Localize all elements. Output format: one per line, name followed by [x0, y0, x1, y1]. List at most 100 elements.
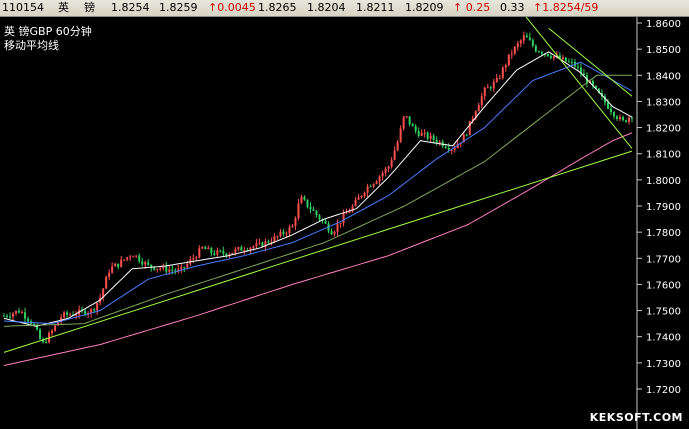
low-price: 1.8204 [307, 1, 346, 14]
symbol-name-a: 英 [58, 1, 69, 14]
candle [396, 139, 399, 152]
candle [315, 210, 318, 218]
candle [84, 309, 87, 317]
candle [417, 127, 420, 138]
candle [288, 224, 291, 236]
candle [552, 56, 555, 61]
last-quote: ↑1.8254/59 [533, 1, 599, 14]
candle [195, 255, 198, 261]
candle [198, 245, 201, 259]
candle [291, 224, 294, 228]
candle [75, 311, 78, 320]
candle [489, 85, 492, 91]
ma-short-line [3, 51, 633, 327]
candle [522, 31, 525, 45]
candle [126, 256, 129, 262]
moving-average-lines [3, 51, 633, 366]
candle [564, 57, 567, 63]
candle [492, 79, 495, 92]
candle [243, 246, 246, 255]
price-tick-label: 1.7700 [646, 254, 681, 265]
candle [12, 312, 15, 321]
trendline[interactable] [548, 27, 633, 97]
candle [147, 259, 150, 266]
candle [282, 229, 285, 237]
candle [255, 238, 258, 249]
candle [567, 58, 570, 63]
price-tick-label: 1.7300 [646, 359, 681, 370]
candle [258, 238, 261, 246]
candle [36, 323, 39, 331]
candle [210, 247, 213, 257]
candle [618, 114, 621, 122]
candle [165, 261, 168, 275]
candle [420, 129, 423, 137]
candle [138, 253, 141, 264]
price-tick-label: 1.8600 [646, 19, 681, 30]
candle [201, 246, 204, 250]
candle [177, 264, 180, 274]
candle [63, 310, 66, 320]
candle [525, 32, 528, 38]
candle [339, 222, 342, 228]
symbol-code: 110154 [2, 1, 44, 14]
candle [117, 263, 120, 270]
candle [180, 264, 183, 274]
candle [276, 235, 279, 240]
candle [114, 262, 117, 267]
candle [546, 53, 549, 57]
price-tick-label: 1.7200 [646, 385, 681, 396]
candle [498, 74, 501, 80]
candle [303, 195, 306, 201]
candle [135, 255, 138, 259]
symbol-name-b: 镑 [84, 1, 95, 14]
candle [624, 119, 627, 123]
price-chart[interactable]: 1.8600 1.8500 1.8400 1.8300 1.8200 1.8100 1.80… [0, 17, 689, 429]
candle [237, 246, 240, 252]
price-tick-label: 1.7600 [646, 280, 681, 291]
candle [267, 239, 270, 245]
candle [372, 183, 375, 189]
candle [39, 328, 42, 340]
candle [111, 262, 114, 274]
candle [294, 216, 297, 231]
candle [330, 228, 333, 235]
candle [297, 198, 300, 221]
candle [390, 156, 393, 169]
candle [105, 275, 108, 289]
candle [120, 255, 123, 268]
candle [219, 249, 222, 253]
candle [132, 255, 135, 258]
candle [369, 184, 372, 188]
candle [582, 68, 585, 76]
candle [366, 183, 369, 198]
candle [15, 310, 18, 316]
candle [615, 114, 618, 121]
candle [453, 144, 456, 153]
candle [3, 313, 5, 317]
candle [579, 63, 582, 77]
candle [312, 206, 315, 212]
candle [411, 122, 414, 127]
price-tick-label: 1.8300 [646, 97, 681, 108]
candle [51, 328, 54, 337]
trendline[interactable] [3, 150, 633, 353]
candle [381, 170, 384, 181]
candle [477, 102, 480, 112]
candle [423, 128, 426, 138]
price-change: ↑0.0045 [208, 1, 256, 14]
candle [612, 111, 615, 120]
candle [387, 165, 390, 173]
candle [66, 310, 69, 319]
chart-title: 英 镑GBP 60分钟 [4, 25, 92, 38]
candle [483, 86, 486, 101]
amplitude: 0.33 [500, 1, 525, 14]
candle [270, 237, 273, 246]
candle [609, 104, 612, 116]
ask-price: 1.8209 [405, 1, 444, 14]
candle [519, 39, 522, 48]
open-price: 1.8265 [258, 1, 297, 14]
candle [54, 324, 57, 332]
ma-long-line [3, 74, 632, 327]
price-tick-label: 1.8400 [646, 71, 681, 82]
